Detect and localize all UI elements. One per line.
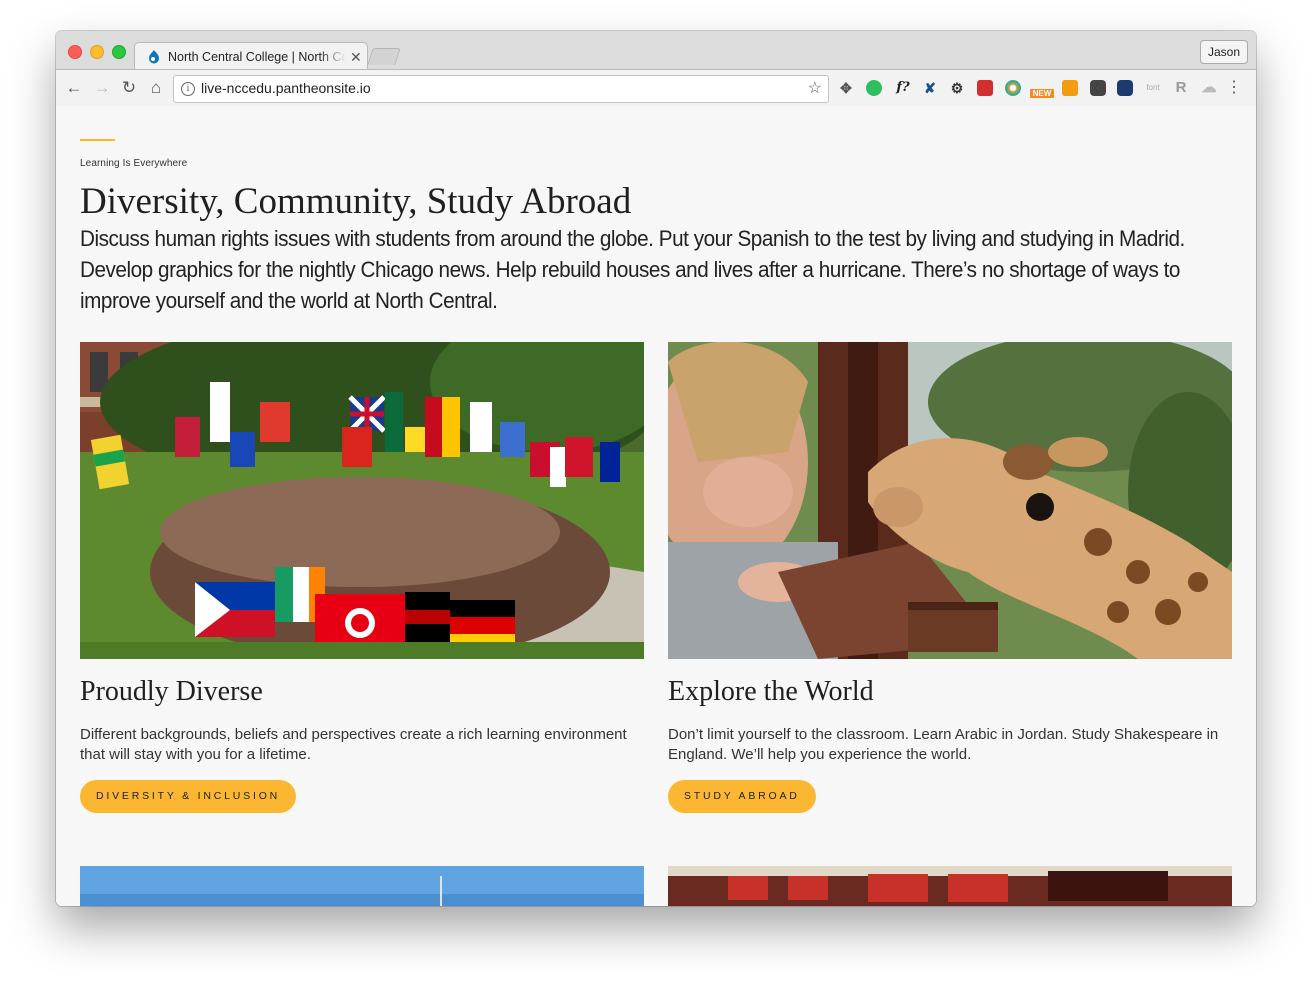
new-badge-icon[interactable]: NEW bbox=[1030, 89, 1054, 98]
tab-close-icon[interactable]: ✕ bbox=[350, 49, 362, 65]
cloud-icon[interactable]: ☁ bbox=[1201, 80, 1217, 96]
home-icon[interactable]: ⌂ bbox=[147, 79, 165, 97]
color-picker-icon[interactable] bbox=[1005, 80, 1021, 96]
next-card-image-right[interactable] bbox=[668, 866, 1232, 906]
accent-divider bbox=[80, 139, 115, 141]
r-icon[interactable]: R bbox=[1173, 80, 1189, 96]
card-title: Proudly Diverse bbox=[80, 676, 263, 707]
forward-arrow-icon[interactable]: → bbox=[93, 79, 111, 97]
font-icon[interactable]: font bbox=[1145, 80, 1161, 96]
browser-window: North Central College | North Central Co… bbox=[56, 31, 1256, 906]
card-explore-the-world: Explore the World Don’t limit yourself t… bbox=[668, 342, 1232, 813]
next-card-image-left[interactable] bbox=[80, 866, 644, 906]
lastpass-icon[interactable] bbox=[977, 80, 993, 96]
camera-icon[interactable] bbox=[1090, 80, 1106, 96]
tab-title: North Central College | North Central Co… bbox=[168, 49, 346, 64]
page-content: Learning Is Everywhere Diversity, Commun… bbox=[56, 106, 1256, 906]
evernote-icon[interactable] bbox=[866, 80, 882, 96]
section-eyebrow: Learning Is Everywhere bbox=[80, 158, 188, 169]
diversity-inclusion-button[interactable]: DIVERSITY & INCLUSION bbox=[80, 780, 297, 813]
zoom-window-button[interactable] bbox=[112, 45, 126, 59]
url-text[interactable]: live-nccedu.pantheonsite.io bbox=[201, 80, 371, 96]
hook-icon[interactable]: ✘ bbox=[922, 80, 938, 96]
bookmark-star-icon[interactable]: ☆ bbox=[808, 78, 822, 98]
card-proudly-diverse: Proudly Diverse Different backgrounds, b… bbox=[80, 342, 644, 813]
menu-icon[interactable]: ⋮ bbox=[1226, 79, 1242, 97]
profile-button[interactable]: Jason bbox=[1199, 40, 1248, 64]
photo-student-kissing-giraffe[interactable] bbox=[668, 342, 1232, 659]
section-heading: Diversity, Community, Study Abroad bbox=[80, 181, 632, 222]
browser-toolbar: ← → ↻ ⌂ i live-nccedu.pantheonsite.io ☆ … bbox=[56, 69, 1256, 108]
photo-students-with-flags[interactable] bbox=[80, 342, 644, 659]
address-bar[interactable]: i live-nccedu.pantheonsite.io ☆ bbox=[173, 75, 829, 103]
title-bar: North Central College | North Central Co… bbox=[56, 31, 1256, 70]
close-window-button[interactable] bbox=[68, 45, 82, 59]
card-description: Different backgrounds, beliefs and persp… bbox=[80, 726, 627, 763]
card-description: Don’t limit yourself to the classroom. L… bbox=[668, 726, 1219, 763]
new-tab-button[interactable] bbox=[367, 48, 401, 65]
info-icon[interactable]: i bbox=[181, 82, 195, 96]
study-abroad-button[interactable]: STUDY ABROAD bbox=[668, 780, 816, 813]
reload-icon[interactable]: ↻ bbox=[120, 79, 138, 97]
card-title: Explore the World bbox=[668, 676, 874, 707]
section-intro: Discuss human rights issues with student… bbox=[80, 226, 1185, 313]
move-icon[interactable]: ✥ bbox=[838, 80, 854, 96]
browser-tab-active[interactable]: North Central College | North Central Co… bbox=[134, 42, 368, 70]
window-controls bbox=[68, 45, 126, 59]
minimize-window-button[interactable] bbox=[90, 45, 104, 59]
gear-icon[interactable]: ⚙ bbox=[949, 80, 965, 96]
screenshot-icon[interactable] bbox=[1117, 80, 1133, 96]
back-arrow-icon[interactable]: ← bbox=[65, 79, 83, 97]
drupal-favicon-icon bbox=[149, 49, 159, 63]
analytics-icon[interactable] bbox=[1062, 80, 1078, 96]
font-question-icon[interactable]: f? bbox=[893, 80, 913, 96]
